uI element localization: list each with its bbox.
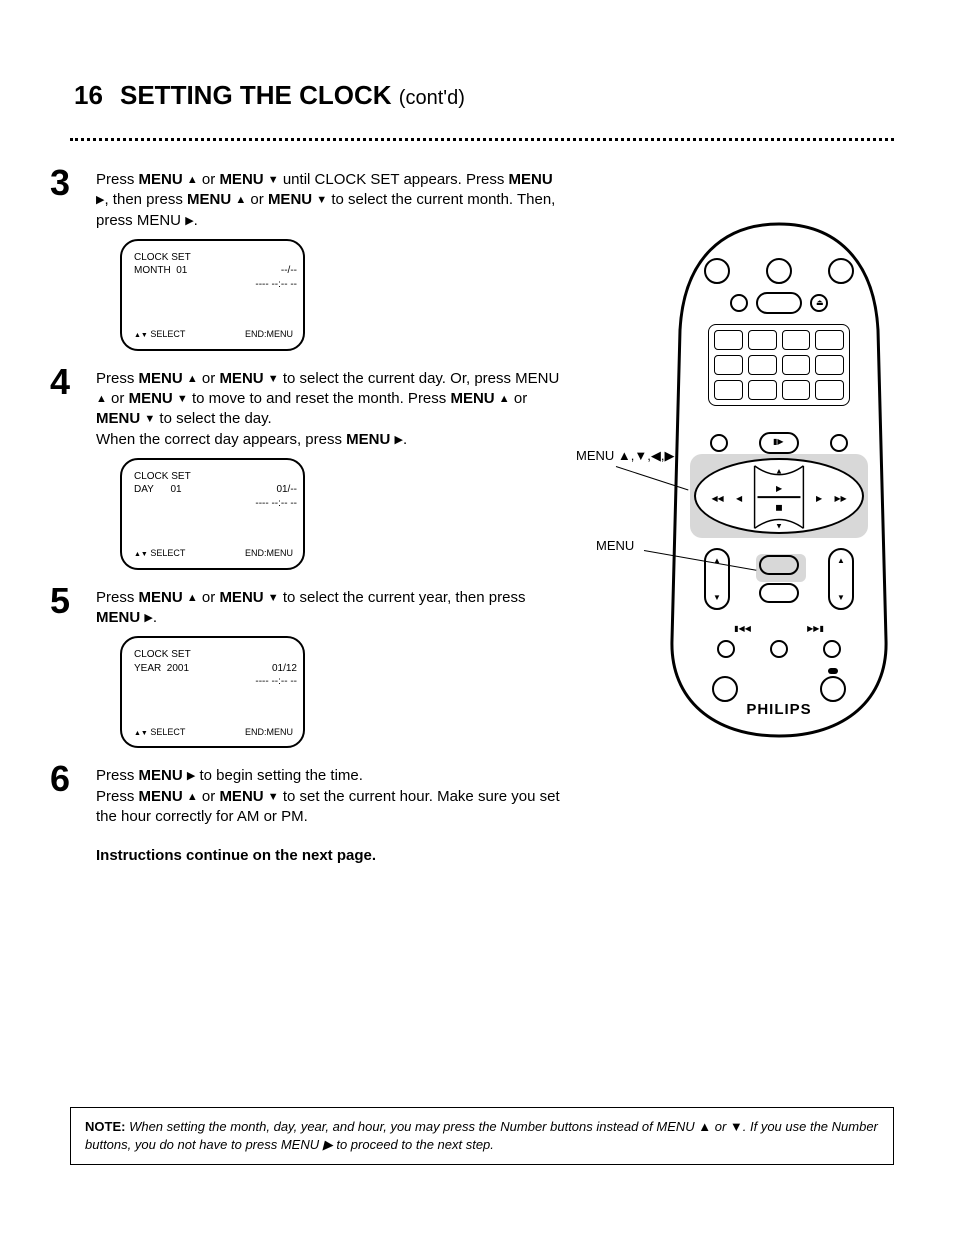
button[interactable] <box>823 640 841 658</box>
steps-column: 3 Press MENU ▲ or MENU ▼ until CLOCK SET… <box>96 170 566 864</box>
title-text: SETTING THE CLOCK (cont'd) <box>120 80 465 110</box>
play-pause-button[interactable]: ▮▶ <box>759 432 799 454</box>
remote-skip-labels: ▮◀◀ ▶▶▮ <box>664 624 894 633</box>
svg-text:▶: ▶ <box>776 484 783 493</box>
button[interactable] <box>766 258 792 284</box>
svg-text:▶: ▶ <box>816 494 823 503</box>
svg-text:◀: ◀ <box>736 494 743 503</box>
button[interactable] <box>712 676 738 702</box>
button[interactable] <box>730 294 748 312</box>
step-text: Press MENU ▶ to begin setting the time. … <box>96 766 566 827</box>
remote-illustration: ⏏ ▮▶ <box>664 220 894 740</box>
button[interactable] <box>830 434 848 452</box>
remote-keypad <box>708 324 850 406</box>
channel-rocker[interactable]: ▲▼ <box>828 548 854 610</box>
button[interactable] <box>710 434 728 452</box>
osd-screen-day: CLOCK SET DAY 0101/-- ---- --:-- -- ▲▼ S… <box>120 458 305 570</box>
eject-button[interactable]: ⏏ <box>810 294 828 312</box>
step-number: 6 <box>50 758 70 800</box>
callout-menu: MENU <box>596 538 634 553</box>
num-key[interactable] <box>815 355 844 375</box>
osd-screen-month: CLOCK SET MONTH 01--/-- ---- --:-- -- ▲▼… <box>120 239 305 351</box>
page-number: 16 <box>74 80 103 111</box>
num-key[interactable] <box>714 380 743 400</box>
page-title: SETTING THE CLOCK (cont'd) <box>120 80 880 111</box>
remote-row <box>664 640 894 658</box>
svg-text:▶▶: ▶▶ <box>834 494 847 503</box>
button[interactable] <box>756 292 802 314</box>
button[interactable] <box>828 258 854 284</box>
callout-menu-arrows: MENU ▲,▼,◀,▶ <box>576 448 674 464</box>
step-3: 3 Press MENU ▲ or MENU ▼ until CLOCK SET… <box>96 170 566 351</box>
step-text: Press MENU ▲ or MENU ▼ to select the cur… <box>96 369 566 450</box>
note-block: NOTE: When setting the month, day, year,… <box>70 1107 894 1165</box>
menu-button[interactable] <box>759 555 799 575</box>
remote-top-row <box>664 258 894 284</box>
osd-screen-year: CLOCK SET YEAR 200101/12 ---- --:-- -- ▲… <box>120 636 305 748</box>
step-text: Press MENU ▲ or MENU ▼ until CLOCK SET a… <box>96 170 566 231</box>
brand-label: PHILIPS <box>664 701 894 718</box>
step-text: Press MENU ▲ or MENU ▼ to select the cur… <box>96 588 566 629</box>
step-number: 3 <box>50 162 70 204</box>
num-key[interactable] <box>714 355 743 375</box>
step-6: 6 Press MENU ▶ to begin setting the time… <box>96 766 566 827</box>
num-key[interactable] <box>815 330 844 350</box>
power-button[interactable] <box>704 258 730 284</box>
remote-channels-row: ▲▼ ▲▼ <box>664 548 894 610</box>
prev-icon: ▮◀◀ <box>734 624 751 633</box>
step-number: 4 <box>50 361 70 403</box>
record-button[interactable] <box>820 676 846 702</box>
num-key[interactable] <box>782 380 811 400</box>
num-key[interactable] <box>748 355 777 375</box>
num-key[interactable] <box>782 330 811 350</box>
num-key[interactable] <box>815 380 844 400</box>
next-icon: ▶▶▮ <box>807 624 824 633</box>
svg-text:▼: ▼ <box>775 521 783 530</box>
step-5: 5 Press MENU ▲ or MENU ▼ to select the c… <box>96 588 566 749</box>
num-key[interactable] <box>748 330 777 350</box>
button[interactable] <box>717 640 735 658</box>
button[interactable] <box>759 583 799 603</box>
remote-bottom-row <box>664 668 894 702</box>
remote-dpad: ▲ ▼ ◀◀ ▶▶ ◀ ▶ ▶ <box>694 458 864 534</box>
step-number: 5 <box>50 580 70 622</box>
svg-text:▲: ▲ <box>775 467 783 476</box>
continue-note: Instructions continue on the next page. <box>96 847 566 864</box>
num-key[interactable] <box>782 355 811 375</box>
step-4: 4 Press MENU ▲ or MENU ▼ to select the c… <box>96 369 566 570</box>
num-key[interactable] <box>714 330 743 350</box>
led-icon <box>828 668 838 674</box>
svg-text:◀◀: ◀◀ <box>711 494 724 503</box>
num-key[interactable] <box>748 380 777 400</box>
button[interactable] <box>770 640 788 658</box>
volume-rocker[interactable]: ▲▼ <box>704 548 730 610</box>
header-rule <box>70 138 894 141</box>
remote-second-row: ⏏ <box>664 292 894 314</box>
remote-row: ▮▶ <box>664 432 894 454</box>
